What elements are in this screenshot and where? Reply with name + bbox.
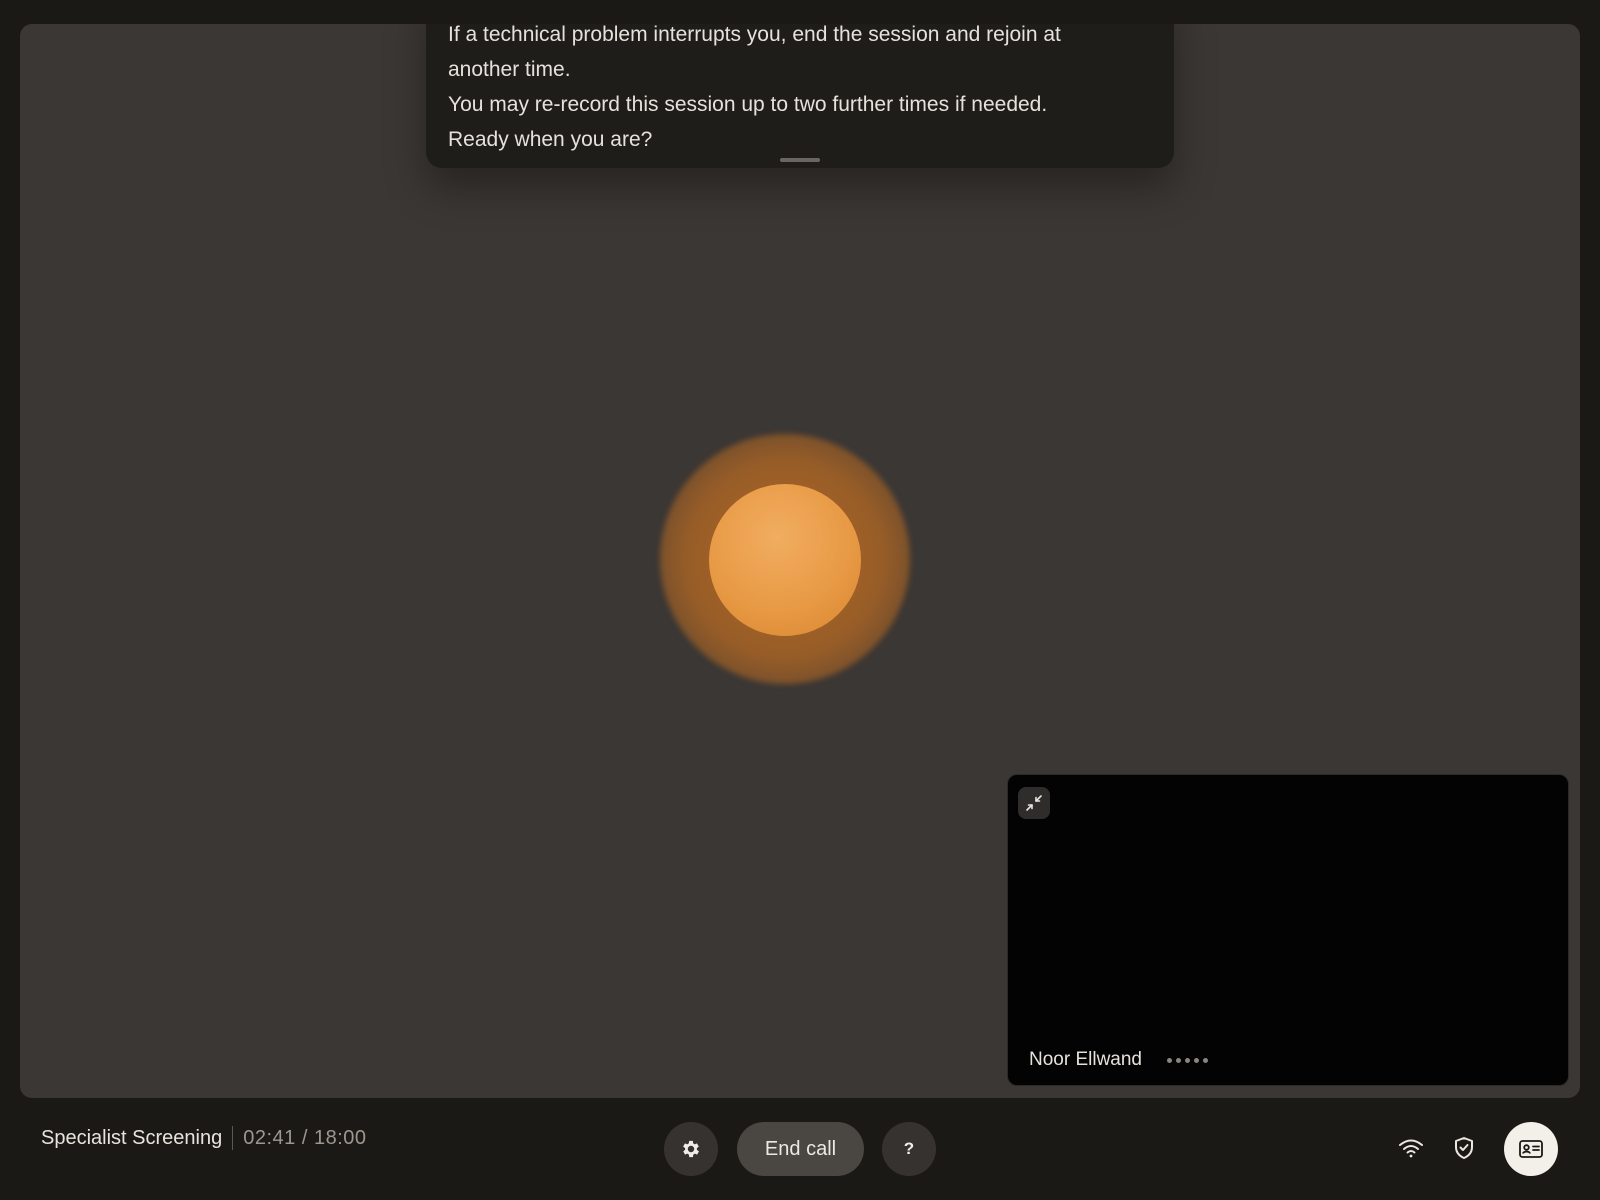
transcript-line: another time.: [448, 58, 571, 81]
session-timer: 02:41 / 18:00: [243, 1127, 366, 1150]
self-view-tile[interactable]: Noor Ellwand: [1007, 774, 1569, 1086]
end-call-button[interactable]: End call: [737, 1122, 864, 1176]
orb-core: [709, 484, 861, 636]
help-icon: ?: [903, 1139, 915, 1158]
ai-voice-orb: [660, 434, 910, 684]
wifi-icon: [1399, 1139, 1423, 1158]
collapse-self-view-button[interactable]: [1018, 787, 1050, 819]
audio-level-indicator: [1167, 1058, 1208, 1063]
timer-separator: /: [301, 1126, 308, 1149]
transcript-drag-handle[interactable]: [780, 158, 820, 162]
session-info: Specialist Screening 02:41 / 18:00: [41, 1126, 367, 1150]
shield-check-icon: [1455, 1137, 1473, 1159]
id-card-icon: [1519, 1140, 1543, 1158]
transcript-line: Ready when you are?: [448, 128, 653, 151]
identity-button[interactable]: [1504, 1122, 1558, 1176]
total-time: 18:00: [313, 1126, 367, 1149]
elapsed-time: 02:41: [243, 1126, 296, 1149]
transcript-panel[interactable]: If a technical problem interrupts you, e…: [426, 24, 1174, 168]
bottom-bar: Specialist Screening 02:41 / 18:00 End c…: [0, 1098, 1600, 1200]
transcript-line: If a technical problem interrupts you, e…: [448, 24, 1061, 46]
transcript-lines: If a technical problem interrupts you, e…: [448, 24, 1152, 157]
transcript-line: You may re-record this session up to two…: [448, 93, 1048, 116]
collapse-arrows-icon: [1026, 795, 1042, 811]
gear-icon: [683, 1140, 699, 1158]
session-divider: [232, 1126, 234, 1150]
help-button[interactable]: ?: [882, 1122, 936, 1176]
security-status[interactable]: [1450, 1134, 1478, 1162]
session-title: Specialist Screening: [41, 1126, 223, 1149]
connection-status[interactable]: [1397, 1134, 1425, 1162]
settings-button[interactable]: [664, 1122, 718, 1176]
participant-name: Noor Ellwand: [1029, 1049, 1142, 1070]
